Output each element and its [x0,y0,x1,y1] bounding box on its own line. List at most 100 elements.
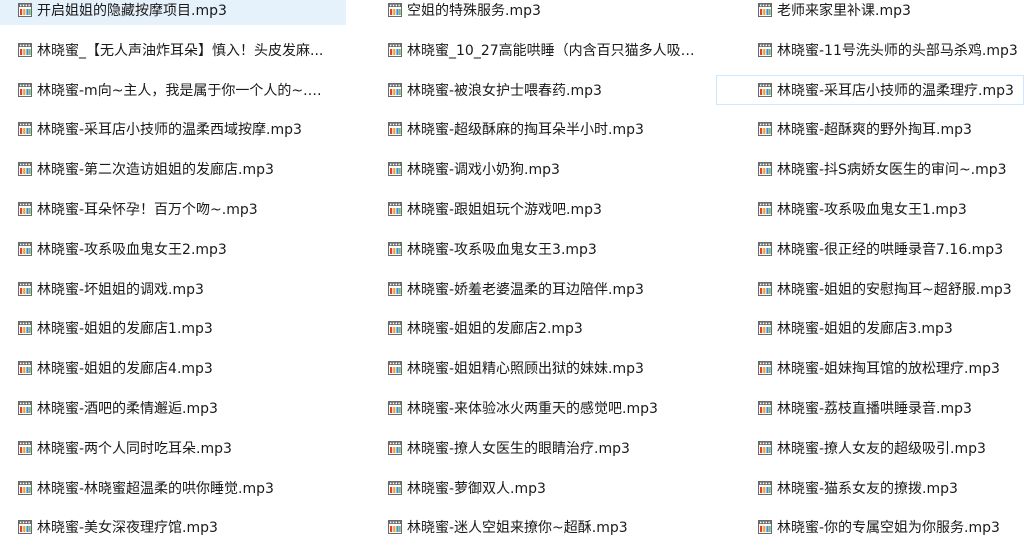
audio-file-icon [18,162,32,177]
file-item[interactable]: 林晓蜜_【无人声油炸耳朵】慎入！头皮发麻... [0,35,346,65]
audio-file-icon [758,400,772,415]
audio-file-icon [758,440,772,455]
file-item[interactable]: 林晓蜜-调戏小奶狗.mp3 [346,154,716,184]
file-item[interactable]: 林晓蜜-酒吧的柔情邂逅.mp3 [0,393,346,423]
file-name-label: 林晓蜜-11号洗头师的头部马杀鸡.mp3 [777,42,1018,59]
file-item[interactable]: 林晓蜜-被浪女护士喂春药.mp3 [346,75,716,105]
audio-file-icon [758,162,772,177]
file-item[interactable]: 林晓蜜-美女深夜理疗馆.mp3 [0,512,346,542]
file-name-label: 林晓蜜-很正经的哄睡录音7.16.mp3 [777,241,1004,258]
file-name-label: 林晓蜜-萝御双人.mp3 [407,480,546,497]
file-item[interactable]: 林晓蜜-攻系吸血鬼女王2.mp3 [0,234,346,264]
audio-file-icon [388,480,402,495]
file-item[interactable]: 林晓蜜-采耳店小技师的温柔西域按摩.mp3 [0,114,346,144]
audio-file-icon [18,480,32,495]
file-name-label: 林晓蜜-你的专属空姐为你服务.mp3 [777,520,1000,537]
audio-file-icon [388,201,402,216]
audio-file-icon [388,400,402,415]
file-item[interactable]: 林晓蜜-11号洗头师的头部马杀鸡.mp3 [716,35,1024,65]
file-item[interactable]: 林晓蜜-林晓蜜超温柔的哄你睡觉.mp3 [0,473,346,503]
file-item[interactable]: 林晓蜜-姐姐的发廊店2.mp3 [346,313,716,343]
audio-file-icon [758,361,772,376]
file-item[interactable]: 林晓蜜-坏姐姐的调戏.mp3 [0,274,346,304]
file-item[interactable]: 林晓蜜-超酥爽的野外掏耳.mp3 [716,114,1024,144]
file-item[interactable]: 林晓蜜-姐姐的发廊店4.mp3 [0,353,346,383]
file-name-label: 林晓蜜-姐妹掏耳馆的放松理疗.mp3 [777,361,1000,378]
file-item[interactable]: 林晓蜜-姐姐的安慰掏耳~超舒服.mp3 [716,274,1024,304]
file-item[interactable]: 林晓蜜-迷人空姐来撩你~超酥.mp3 [346,512,716,542]
file-item[interactable]: 林晓蜜-你的专属空姐为你服务.mp3 [716,512,1024,542]
file-name-label: 林晓蜜-撩人女医生的眼睛治疗.mp3 [407,440,630,457]
audio-file-icon [758,281,772,296]
file-item[interactable]: 林晓蜜-猫系女友的撩拨.mp3 [716,473,1024,503]
file-item[interactable]: 林晓蜜-荔枝直播哄睡录音.mp3 [716,393,1024,423]
file-item[interactable]: 林晓蜜-m向~主人，我是属于你一个人的~.m... [0,75,346,105]
file-grid: 开启姐姐的隐藏按摩项目.mp3 空姐的特殊服务.mp3 老师来家里补课.mp3 … [0,0,1024,558]
file-item[interactable]: 林晓蜜-姐妹掏耳馆的放松理疗.mp3 [716,353,1024,383]
audio-file-icon [18,440,32,455]
file-name-label: 林晓蜜-美女深夜理疗馆.mp3 [37,520,218,537]
file-item[interactable]: 林晓蜜-萝御双人.mp3 [346,473,716,503]
file-name-label: 林晓蜜-姐姐的发廊店2.mp3 [407,321,583,338]
file-name-label: 林晓蜜-来体验冰火两重天的感觉吧.mp3 [407,400,658,417]
file-item[interactable]: 林晓蜜-很正经的哄睡录音7.16.mp3 [716,234,1024,264]
file-item[interactable]: 林晓蜜-耳朵怀孕！百万个吻~.mp3 [0,194,346,224]
file-item[interactable]: 开启姐姐的隐藏按摩项目.mp3 [0,0,346,25]
file-item[interactable]: 老师来家里补课.mp3 [716,0,1024,25]
audio-file-icon [18,122,32,137]
audio-file-icon [388,361,402,376]
file-name-label: 林晓蜜-娇羞老婆温柔的耳边陪伴.mp3 [407,281,644,298]
audio-file-icon [388,82,402,97]
file-name-label: 开启姐姐的隐藏按摩项目.mp3 [37,3,227,19]
file-name-label: 林晓蜜-姐姐精心照顾出狱的妹妹.mp3 [407,361,644,378]
file-item[interactable]: 林晓蜜-撩人女医生的眼睛治疗.mp3 [346,433,716,463]
audio-file-icon [758,321,772,336]
file-name-label: 林晓蜜-m向~主人，我是属于你一个人的~.m... [37,82,327,99]
audio-file-icon [758,3,772,17]
file-name-label: 林晓蜜-两个人同时吃耳朵.mp3 [37,440,232,457]
file-item[interactable]: 林晓蜜-姐姐精心照顾出狱的妹妹.mp3 [346,353,716,383]
file-item[interactable]: 林晓蜜-姐姐的发廊店3.mp3 [716,313,1024,343]
file-name-label: 林晓蜜-姐姐的发廊店1.mp3 [37,321,213,338]
audio-file-icon [758,82,772,97]
audio-file-icon [388,440,402,455]
audio-file-icon [18,400,32,415]
file-name-label: 林晓蜜-坏姐姐的调戏.mp3 [37,281,204,298]
file-item[interactable]: 林晓蜜-攻系吸血鬼女王3.mp3 [346,234,716,264]
file-name-label: 老师来家里补课.mp3 [777,3,911,19]
audio-file-icon [18,520,32,535]
audio-file-icon [388,122,402,137]
file-item[interactable]: 林晓蜜-娇羞老婆温柔的耳边陪伴.mp3 [346,274,716,304]
audio-file-icon [18,281,32,296]
file-name-label: 林晓蜜-姐姐的安慰掏耳~超舒服.mp3 [777,281,1012,298]
file-name-label: 林晓蜜-攻系吸血鬼女王1.mp3 [777,201,967,218]
audio-file-icon [388,281,402,296]
audio-file-icon [388,162,402,177]
file-item[interactable]: 林晓蜜-撩人女友的超级吸引.mp3 [716,433,1024,463]
file-item[interactable]: 林晓蜜-跟姐姐玩个游戏吧.mp3 [346,194,716,224]
file-item[interactable]: 林晓蜜-攻系吸血鬼女王1.mp3 [716,194,1024,224]
audio-file-icon [388,321,402,336]
file-name-label: 林晓蜜-酒吧的柔情邂逅.mp3 [37,400,218,417]
file-item[interactable]: 林晓蜜-两个人同时吃耳朵.mp3 [0,433,346,463]
file-item[interactable]: 林晓蜜-抖S病娇女医生的审问~.mp3 [716,154,1024,184]
file-item[interactable]: 林晓蜜-第二次造访姐姐的发廊店.mp3 [0,154,346,184]
audio-file-icon [18,82,32,97]
audio-file-icon [758,122,772,137]
file-item[interactable]: 林晓蜜-姐姐的发廊店1.mp3 [0,313,346,343]
file-name-label: 林晓蜜_10_27高能哄睡（内含百只猫多人吸脑... [407,42,697,59]
file-item[interactable]: 林晓蜜_10_27高能哄睡（内含百只猫多人吸脑... [346,35,716,65]
audio-file-icon [758,480,772,495]
file-name-label: 林晓蜜-抖S病娇女医生的审问~.mp3 [777,162,1007,179]
file-item[interactable]: 林晓蜜-采耳店小技师的温柔理疗.mp3 [716,74,1024,105]
file-item[interactable]: 林晓蜜-来体验冰火两重天的感觉吧.mp3 [346,393,716,423]
file-name-label: 林晓蜜_【无人声油炸耳朵】慎入！头皮发麻... [37,42,324,59]
file-item[interactable]: 空姐的特殊服务.mp3 [346,0,716,25]
audio-file-icon [388,520,402,535]
file-name-label: 林晓蜜-攻系吸血鬼女王3.mp3 [407,241,597,258]
file-name-label: 林晓蜜-猫系女友的撩拨.mp3 [777,480,958,497]
audio-file-icon [388,42,402,57]
file-name-label: 林晓蜜-姐姐的发廊店4.mp3 [37,361,213,378]
file-item[interactable]: 林晓蜜-超级酥麻的掏耳朵半小时.mp3 [346,114,716,144]
audio-file-icon [18,42,32,57]
